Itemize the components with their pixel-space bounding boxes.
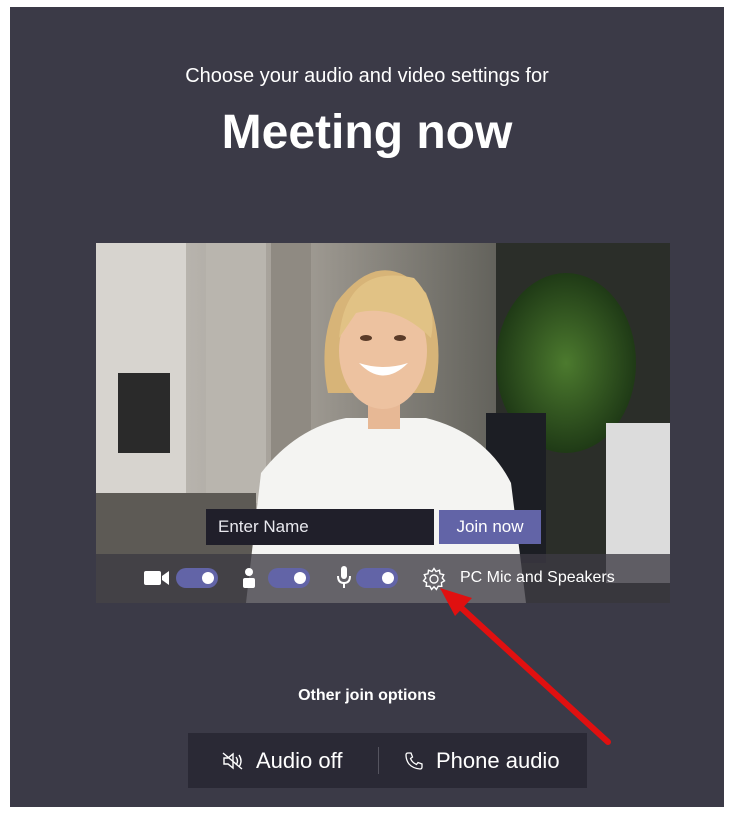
device-controls-bar: PC Mic and Speakers [96,554,670,603]
gear-icon[interactable] [422,567,446,591]
video-camera-icon [144,571,169,585]
meeting-title: Meeting now [221,106,513,159]
join-now-button[interactable]: Join now [439,510,541,544]
blur-person-icon [243,568,255,588]
audio-off-label: Audio off [256,747,343,773]
camera-toggle[interactable] [176,568,218,588]
background-blur-toggle[interactable] [268,568,310,588]
prejoin-panel: Choose your audio and video settings for… [10,7,724,807]
name-input[interactable] [206,509,434,545]
speaker-muted-icon [222,751,243,770]
other-join-options-heading: Other join options [298,687,436,704]
phone-icon [405,751,423,770]
other-join-options-bar: Audio off Phone audio [188,733,587,788]
toggle-knob [202,572,214,584]
phone-audio-label: Phone audio [436,747,560,773]
toggle-knob [294,572,306,584]
toggle-knob [382,572,394,584]
microphone-icon [337,566,351,588]
audio-off-button[interactable]: Audio off [222,733,342,788]
prejoin-subtitle: Choose your audio and video settings for [185,65,549,87]
video-preview: Join now [96,243,670,603]
options-divider [378,747,379,774]
audio-device-label[interactable]: PC Mic and Speakers [460,569,615,587]
phone-audio-button[interactable]: Phone audio [404,733,560,788]
camera-preview-image [96,243,670,603]
microphone-toggle[interactable] [356,568,398,588]
